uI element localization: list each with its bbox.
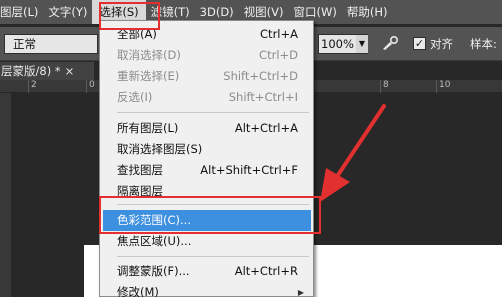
sample-label: 样本:	[470, 37, 497, 51]
annotation-box-color-range	[99, 196, 321, 234]
menu-item-shortcut: Alt+Ctrl+A	[234, 121, 298, 135]
menu-item-shortcut: Shift+Ctrl+I	[228, 90, 298, 104]
menu-item-deselect[interactable]: 取消选择(D) Ctrl+D	[100, 45, 313, 66]
menu-item-refine-mask[interactable]: 调整蒙版(F)... Alt+Ctrl+R	[100, 261, 313, 282]
chevron-down-icon[interactable]: ▼	[356, 35, 368, 53]
annotation-box-select-menu	[99, 2, 160, 30]
annotation-arrow-icon	[320, 104, 386, 202]
align-checkbox[interactable]: ✓	[413, 37, 426, 50]
menu-help[interactable]: 帮助(H)	[342, 0, 393, 24]
menu-item-shortcut: Alt+Ctrl+R	[234, 264, 298, 278]
document-tab-title: 层蒙版/8) *	[1, 64, 61, 78]
menu-item-label: 反选(I)	[117, 90, 153, 104]
menu-item-shortcut: Ctrl+D	[259, 48, 298, 62]
menu-item-shortcut: Shift+Ctrl+D	[223, 69, 298, 83]
menu-layer[interactable]: 图层(L)	[0, 0, 43, 24]
menu-item-shortcut: Ctrl+A	[260, 27, 298, 41]
ruler-label: 0	[89, 80, 95, 90]
menu-item-label: 取消选择(D)	[117, 48, 181, 62]
menu-item-find-layers[interactable]: 查找图层 Alt+Shift+Ctrl+F	[100, 160, 313, 181]
select-menu-dropdown: 全部(A) Ctrl+A 取消选择(D) Ctrl+D 重新选择(E) Shif…	[99, 20, 314, 297]
menu-item-deselect-layers[interactable]: 取消选择图层(S)	[100, 139, 313, 160]
ruler-label: 8	[383, 80, 389, 90]
menu-item-label: 重新选择(E)	[117, 69, 180, 83]
menu-item-label: 取消选择图层(S)	[117, 142, 203, 156]
menu-item-label: 焦点区域(U)...	[117, 234, 192, 248]
menu-item-label: 查找图层	[117, 163, 163, 177]
align-label: 对齐	[430, 37, 453, 51]
ruler-label: 10	[439, 80, 451, 90]
blend-mode-select[interactable]: 正常	[4, 34, 98, 54]
airbrush-icon[interactable]	[380, 35, 400, 53]
menu-item-modify[interactable]: 修改(M) ▶	[100, 282, 313, 297]
menu-item-label: 所有图层(L)	[117, 121, 179, 135]
menu-item-label: 修改(M)	[117, 285, 159, 297]
ruler-label: 2	[31, 80, 37, 90]
menu-item-label: 调整蒙版(F)...	[117, 264, 190, 278]
document-tab[interactable]: 层蒙版/8) * ×	[0, 62, 94, 80]
vertical-ruler	[0, 93, 11, 297]
menu-item-all-layers[interactable]: 所有图层(L) Alt+Ctrl+A	[100, 118, 313, 139]
menu-type[interactable]: 文字(Y)	[43, 0, 92, 24]
menu-item-inverse[interactable]: 反选(I) Shift+Ctrl+I	[100, 87, 313, 108]
menu-separator	[117, 256, 309, 257]
menu-item-shortcut: Alt+Shift+Ctrl+F	[200, 163, 298, 177]
close-icon[interactable]: ×	[65, 64, 75, 78]
submenu-arrow-icon: ▶	[297, 288, 304, 297]
menu-item-focus-area[interactable]: 焦点区域(U)...	[100, 231, 313, 252]
menu-item-reselect[interactable]: 重新选择(E) Shift+Ctrl+D	[100, 66, 313, 87]
menu-separator	[117, 112, 309, 113]
